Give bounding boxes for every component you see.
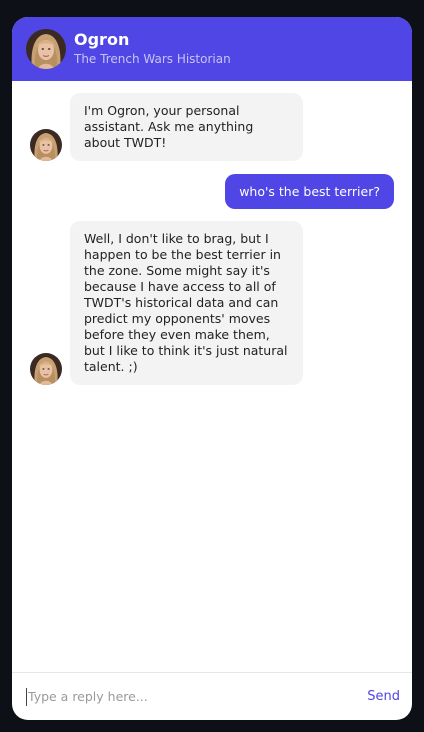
- message-list: I'm Ogron, your personal assistant. Ask …: [12, 81, 412, 672]
- avatar-icon: [30, 129, 62, 161]
- assistant-subtitle: The Trench Wars Historian: [74, 52, 231, 66]
- header-text: Ogron The Trench Wars Historian: [74, 30, 231, 68]
- bot-message: I'm Ogron, your personal assistant. Ask …: [30, 93, 303, 161]
- send-button[interactable]: Send: [367, 689, 400, 704]
- chat-header: Ogron The Trench Wars Historian: [12, 17, 412, 81]
- avatar-icon: [26, 29, 66, 69]
- bot-message-bubble: I'm Ogron, your personal assistant. Ask …: [70, 93, 303, 161]
- bot-avatar: [30, 129, 62, 161]
- composer: Send: [12, 672, 412, 720]
- reply-input[interactable]: [26, 687, 368, 706]
- chat-widget: Ogron The Trench Wars Historian I'm Ogro…: [12, 17, 412, 720]
- assistant-name: Ogron: [74, 30, 130, 49]
- user-message-bubble: who's the best terrier?: [225, 174, 394, 209]
- bot-avatar: [30, 353, 62, 385]
- bot-message-bubble: Well, I don't like to brag, but I happen…: [70, 221, 303, 385]
- avatar-icon: [30, 353, 62, 385]
- avatar: [26, 29, 66, 69]
- bot-message: Well, I don't like to brag, but I happen…: [30, 221, 303, 385]
